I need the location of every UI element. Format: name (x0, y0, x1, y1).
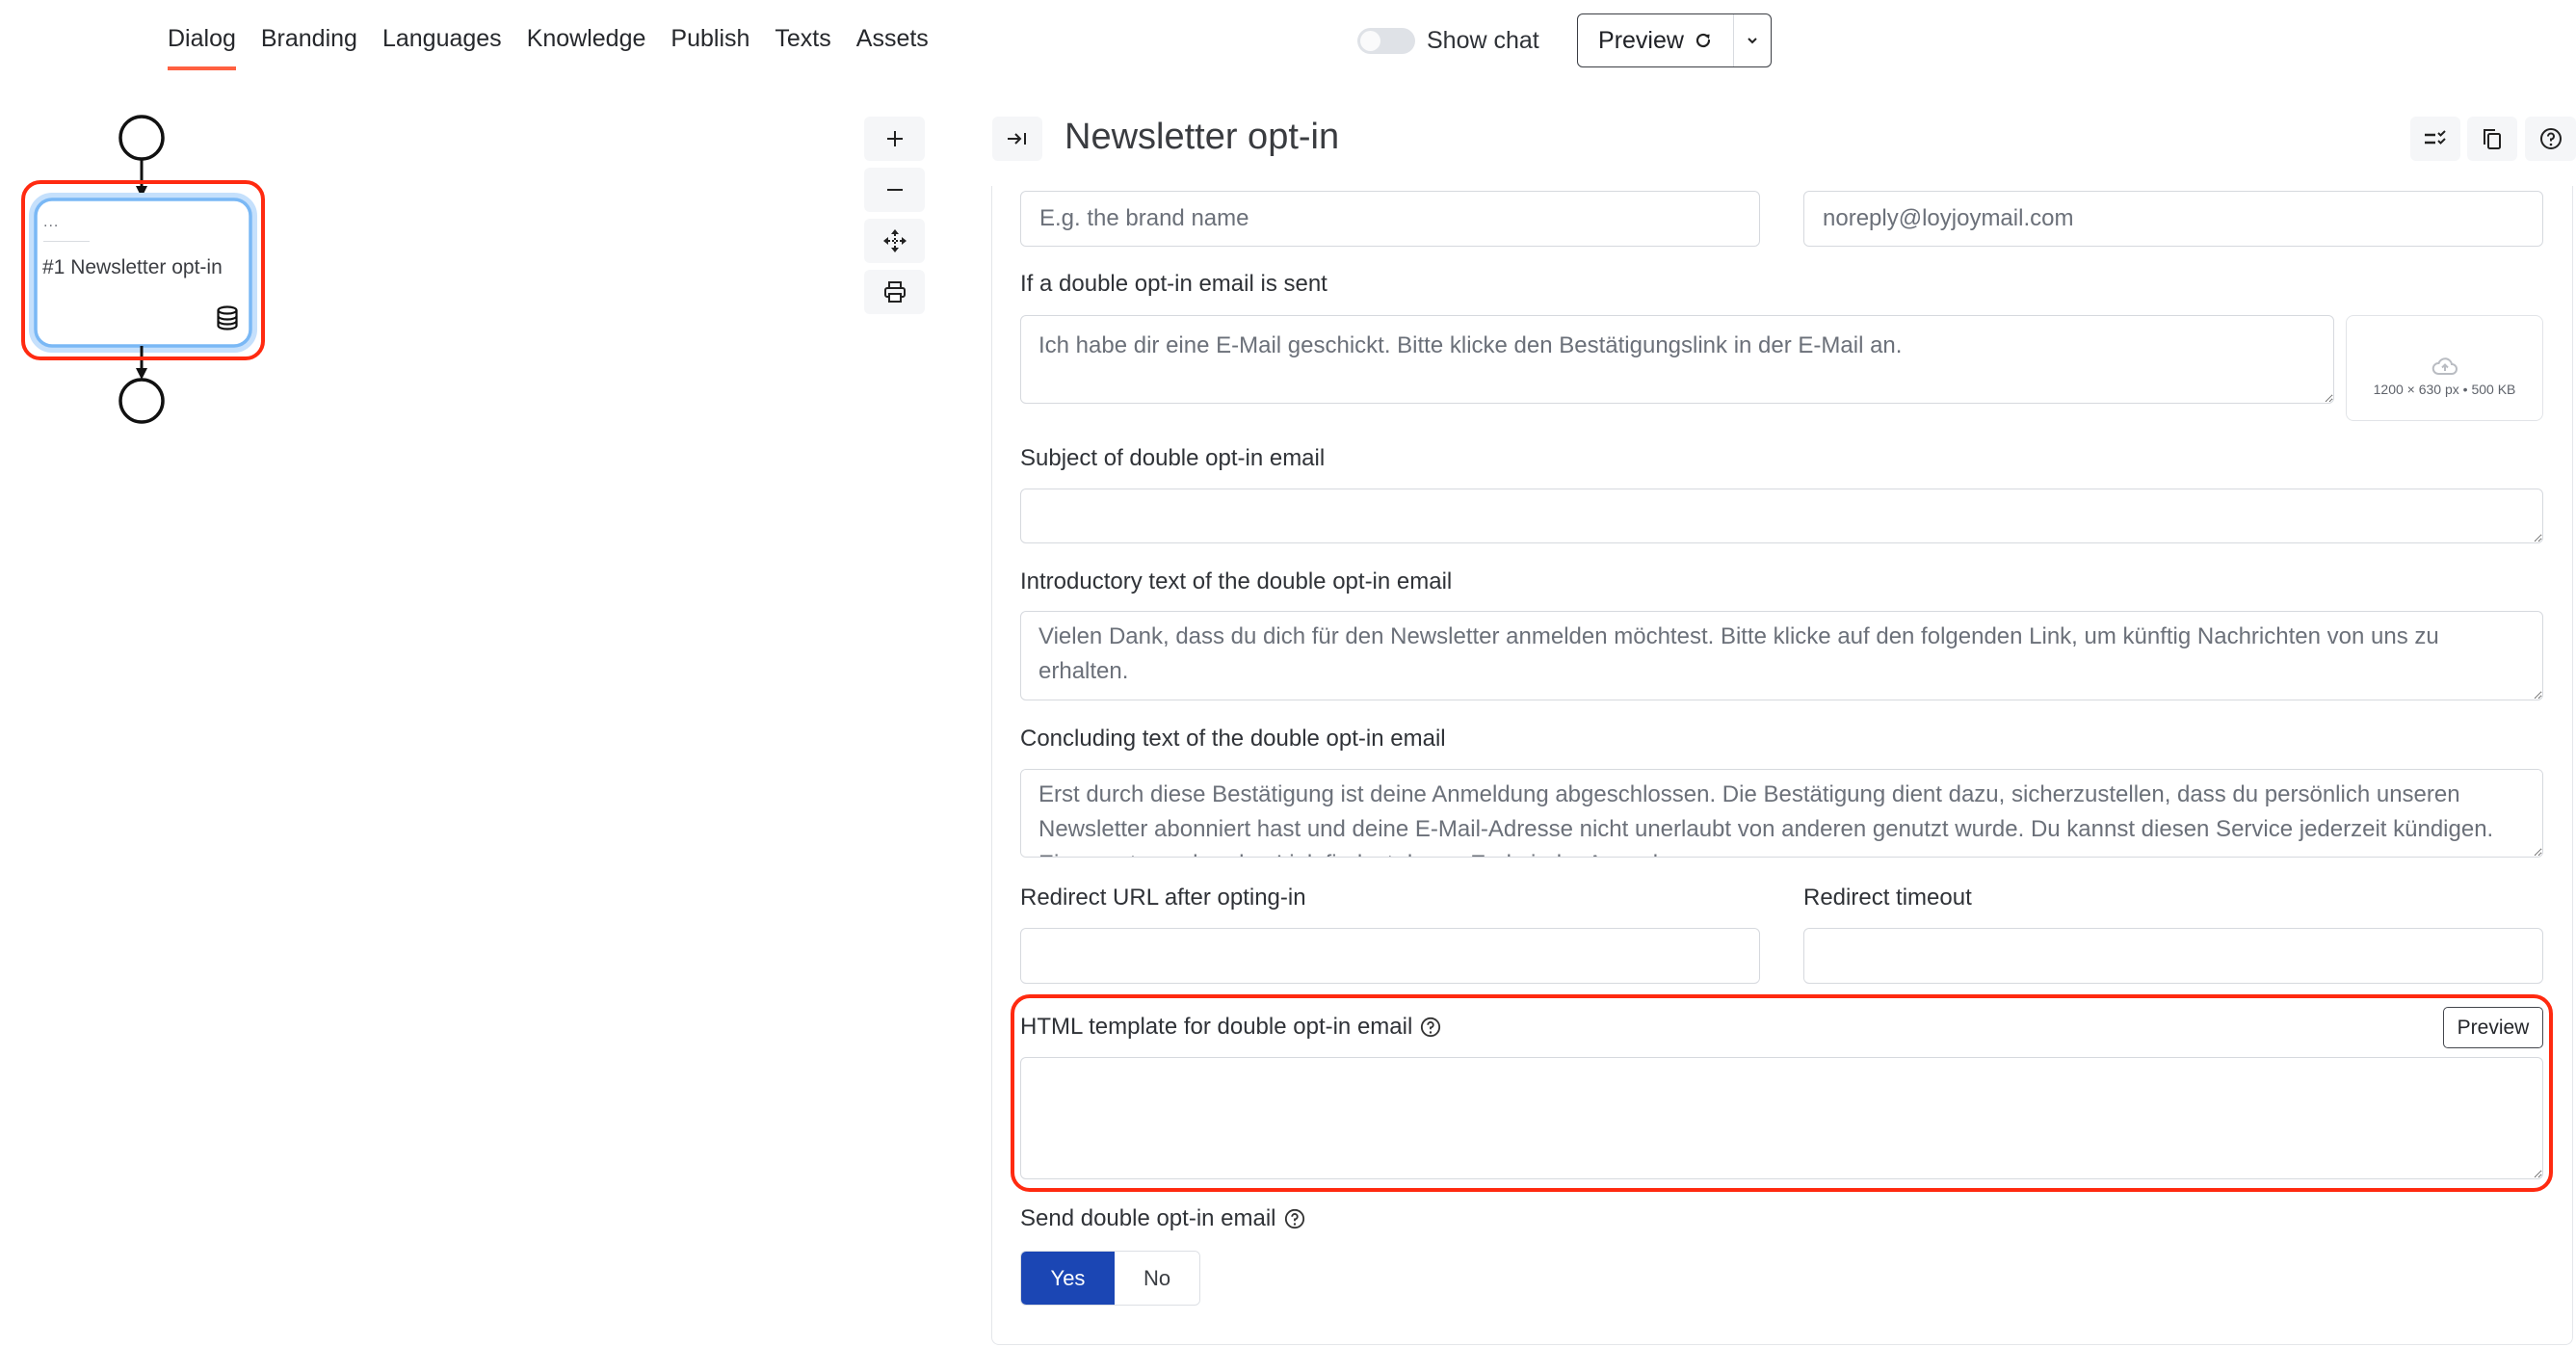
html-template-preview-button[interactable]: Preview (2443, 1007, 2543, 1048)
tab-assets[interactable]: Assets (856, 21, 929, 56)
show-chat-label: Show chat (1427, 27, 1539, 54)
sent-message-label: If a double opt-in email is sent (1020, 271, 1327, 297)
checklist-icon (2425, 130, 2446, 145)
chevron-down-icon (1748, 38, 1757, 44)
checklist-button[interactable] (2410, 117, 2460, 161)
help-button[interactable] (2525, 117, 2576, 161)
preview-button[interactable]: Preview (1578, 14, 1734, 66)
sender-email-input[interactable] (1803, 191, 2543, 247)
redirect-timeout-input[interactable] (1803, 928, 2543, 984)
printer-icon (883, 281, 906, 303)
minus-icon (886, 189, 903, 191)
node-label: #1 Newsletter opt-in (42, 256, 223, 278)
tab-branding[interactable]: Branding (261, 21, 357, 56)
toggle-knob (1360, 31, 1380, 51)
copy-icon (2484, 129, 2501, 149)
html-template-textarea[interactable] (1020, 1057, 2543, 1179)
tab-texts[interactable]: Texts (775, 21, 830, 56)
send-email-toggle: Yes No (1020, 1251, 1200, 1306)
collapse-right-icon (1008, 133, 1026, 145)
preview-dropdown-button[interactable] (1734, 14, 1771, 66)
plus-icon (886, 131, 903, 146)
send-email-label: Send double opt-in email (1020, 1205, 1276, 1231)
zoom-out-button[interactable] (864, 168, 925, 212)
send-email-yes[interactable]: Yes (1021, 1252, 1115, 1305)
node-dots: ... (43, 214, 60, 230)
upload-size-hint: 1200 × 630 px • 500 KB (2373, 382, 2516, 397)
intro-text-textarea[interactable]: Vielen Dank, dass du dich für den Newsle… (1020, 611, 2543, 700)
cloud-upload-icon (2431, 357, 2458, 375)
zoom-in-button[interactable] (864, 117, 925, 161)
main-nav: Dialog Branding Languages Knowledge Publ… (168, 21, 929, 70)
html-template-label: HTML template for double opt-in email (1020, 1014, 1413, 1040)
database-icon (217, 305, 238, 330)
edge-arrowhead-out (136, 368, 147, 380)
end-node[interactable] (118, 378, 165, 424)
help-circle-icon[interactable] (1284, 1208, 1305, 1229)
redirect-url-input[interactable] (1020, 928, 1760, 984)
concluding-text-label: Concluding text of the double opt-in ema… (1020, 726, 1446, 752)
panel-title: Newsletter opt-in (1065, 117, 1340, 157)
start-node[interactable] (118, 115, 165, 161)
print-button[interactable] (864, 270, 925, 314)
html-template-label-row: HTML template for double opt-in email (1020, 1012, 1441, 1043)
sender-name-input[interactable] (1020, 191, 1760, 247)
refresh-icon (1695, 33, 1711, 48)
redirect-url-label: Redirect URL after opting-in (1020, 885, 1306, 911)
tab-languages[interactable]: Languages (382, 21, 502, 56)
copy-button[interactable] (2467, 117, 2517, 161)
redirect-timeout-label: Redirect timeout (1803, 885, 1972, 911)
preview-button-group: Preview (1577, 13, 1772, 67)
tab-knowledge[interactable]: Knowledge (527, 21, 646, 56)
tab-publish[interactable]: Publish (670, 21, 749, 56)
send-email-no[interactable]: No (1115, 1252, 1199, 1305)
help-circle-icon[interactable] (1420, 1017, 1441, 1038)
subject-textarea[interactable] (1020, 489, 2543, 543)
move-arrows-icon (882, 229, 907, 252)
send-email-label-row: Send double opt-in email (1020, 1203, 1305, 1234)
sent-message-textarea[interactable]: Ich habe dir eine E-Mail geschickt. Bitt… (1020, 315, 2334, 404)
intro-text-label: Introductory text of the double opt-in e… (1020, 568, 1453, 594)
node-divider (43, 241, 90, 242)
concluding-text-textarea[interactable]: Erst durch diese Bestätigung ist deine A… (1020, 769, 2543, 858)
image-upload-dropzone[interactable]: 1200 × 630 px • 500 KB (2346, 315, 2543, 421)
help-circle-icon (2539, 128, 2562, 149)
collapse-panel-button[interactable] (992, 117, 1042, 161)
show-chat-toggle[interactable] (1357, 28, 1415, 54)
subject-label: Subject of double opt-in email (1020, 445, 1326, 471)
fit-view-button[interactable] (864, 219, 925, 263)
tab-dialog[interactable]: Dialog (168, 21, 236, 70)
preview-button-label: Preview (1598, 26, 1684, 54)
